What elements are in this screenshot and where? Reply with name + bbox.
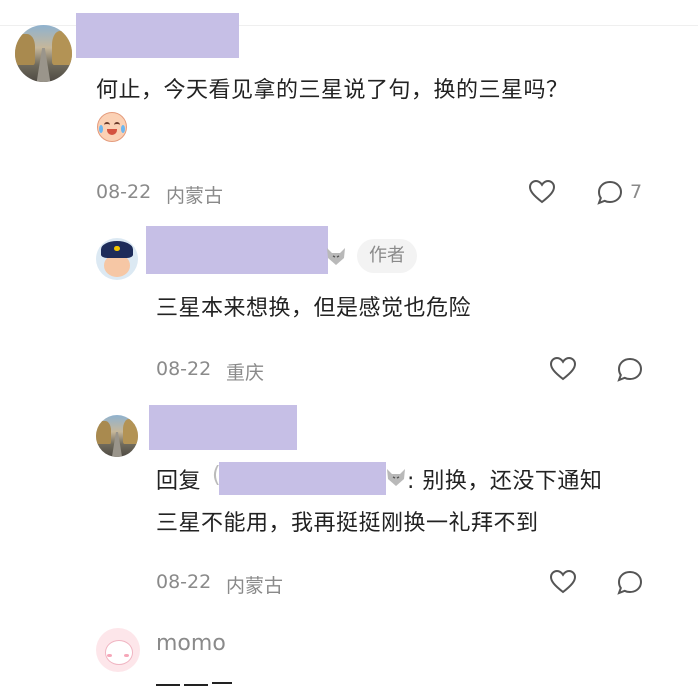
avatar[interactable] bbox=[96, 415, 138, 457]
username[interactable]: momo bbox=[156, 631, 226, 656]
reply-count[interactable]: 7 bbox=[630, 181, 642, 203]
wolf-icon bbox=[387, 469, 405, 486]
avatar[interactable] bbox=[96, 238, 138, 280]
comment-icon[interactable] bbox=[596, 179, 624, 207]
comment-icon[interactable] bbox=[616, 356, 644, 384]
redacted-mention bbox=[219, 462, 386, 495]
comment-location: 内蒙古 bbox=[226, 575, 284, 597]
redacted-username bbox=[76, 13, 239, 58]
heart-icon[interactable] bbox=[549, 356, 577, 382]
comment-text-line2: 三星不能用，我再挺挺刚换一礼拜不到 bbox=[156, 511, 539, 536]
comment-date: 08-22 bbox=[96, 181, 152, 203]
comment-date: 08-22 bbox=[156, 358, 212, 380]
reply-prefix: 回复 bbox=[156, 469, 202, 494]
comment-location: 重庆 bbox=[226, 362, 265, 384]
avatar[interactable] bbox=[96, 628, 140, 672]
redacted-username bbox=[149, 405, 297, 450]
redacted-username bbox=[146, 226, 328, 274]
crying-laughing-emoji-icon bbox=[97, 112, 127, 142]
comment-text: 何止，今天看见拿的三星说了句，换的三星吗？ bbox=[96, 78, 569, 103]
comment-location: 内蒙古 bbox=[166, 185, 224, 207]
heart-icon[interactable] bbox=[549, 569, 577, 595]
comment-text: 三星本来想换，但是感觉也危险 bbox=[156, 296, 472, 321]
author-tag: 作者 bbox=[357, 239, 417, 273]
comment-text: : 别换，还没下通知 bbox=[407, 469, 603, 494]
comment-date: 08-22 bbox=[156, 571, 212, 593]
truncated-comment-text bbox=[156, 680, 236, 688]
comment-icon[interactable] bbox=[616, 569, 644, 597]
wolf-icon bbox=[327, 248, 345, 265]
heart-icon[interactable] bbox=[528, 179, 556, 205]
avatar[interactable] bbox=[15, 25, 72, 82]
